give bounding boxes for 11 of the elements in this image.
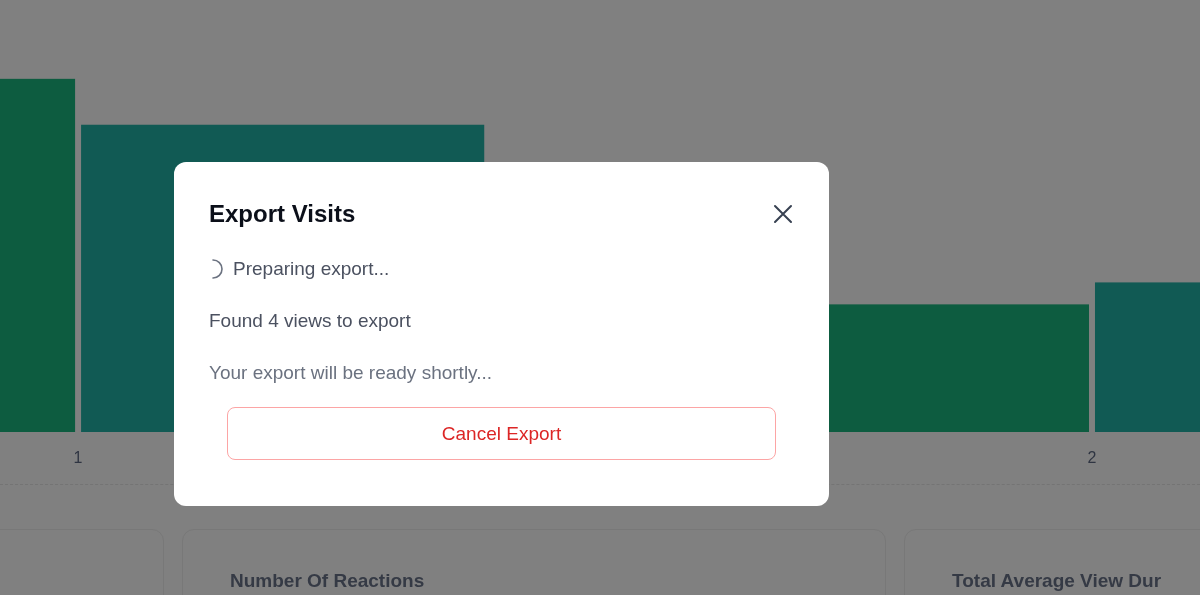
status-text: Preparing export... (233, 258, 390, 280)
card-title: Number Of Reactions (230, 570, 425, 591)
cancel-export-button[interactable]: Cancel Export (227, 407, 776, 460)
found-message: Found 4 views to export (209, 310, 412, 332)
close-button[interactable] (772, 203, 794, 225)
axis-label: 1 (73, 449, 83, 468)
ready-note: Your export will be ready shortly... (209, 362, 494, 384)
card-title: Total Average View Dur (952, 570, 1162, 591)
dialog-title: Export Visits (209, 200, 356, 228)
close-icon (772, 203, 794, 225)
axis-label: 2 (1087, 449, 1097, 468)
